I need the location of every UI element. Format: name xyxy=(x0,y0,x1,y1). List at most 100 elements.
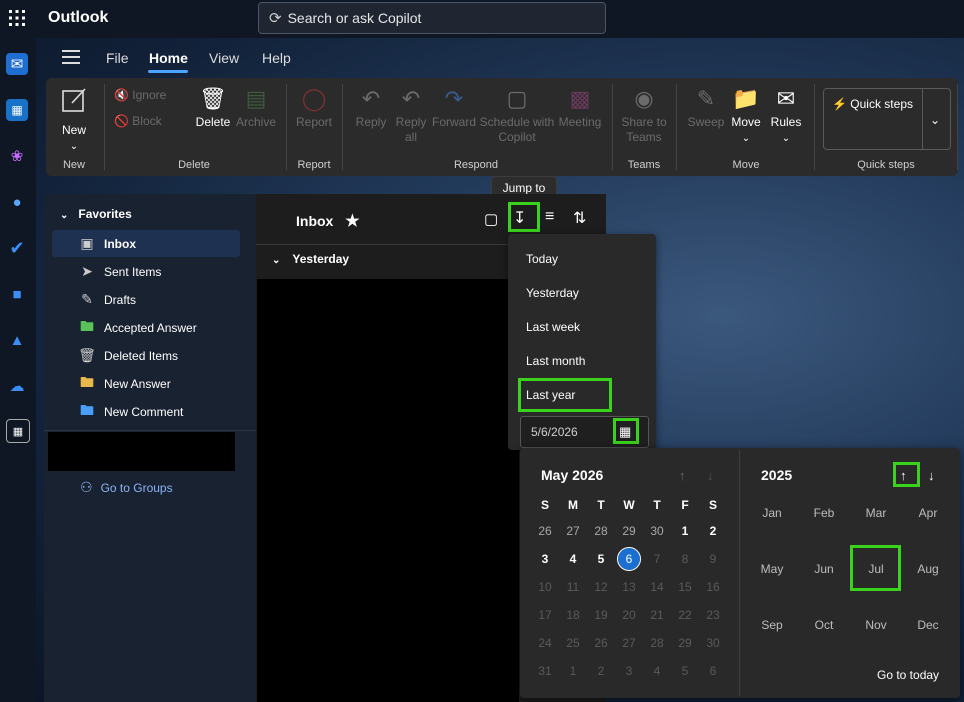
people-icon[interactable]: ● xyxy=(6,191,28,213)
folder-icon: 🖿 xyxy=(80,317,94,334)
delete-label: Delete xyxy=(195,115,231,129)
trash-icon: 🗑 xyxy=(199,86,227,111)
calendar-day: 6 xyxy=(709,664,717,678)
quick-step-item[interactable]: ⚡ Quick steps xyxy=(832,97,913,111)
date-value: 5/6/2026 xyxy=(531,425,578,439)
more-apps-icon[interactable]: ▦ xyxy=(6,419,30,443)
calendar-day[interactable]: 26 xyxy=(533,521,557,541)
month-cell[interactable]: Oct xyxy=(804,618,844,632)
forward-label: Forward xyxy=(432,115,477,129)
go-to-today-link[interactable]: Go to today xyxy=(877,668,939,682)
next-year-arrow-icon[interactable]: ↓ xyxy=(928,468,935,483)
calendar-day[interactable]: 27 xyxy=(561,521,585,541)
folder-sent-items[interactable]: ➤ Sent Items xyxy=(52,258,240,285)
star-icon[interactable]: ★ xyxy=(345,213,359,230)
search-box[interactable]: ⟳ Search or ask Copilot xyxy=(258,2,606,34)
report-button[interactable]: ◯ Report xyxy=(292,86,336,130)
reply-all-button[interactable]: ↶ Reply all xyxy=(393,86,429,145)
folder-new-comment[interactable]: 🖿 New Comment xyxy=(52,398,240,425)
next-month-arrow-icon[interactable]: ↓ xyxy=(707,468,714,483)
weekday-label: F xyxy=(681,498,689,512)
calendar-day[interactable]: 4 xyxy=(561,549,585,569)
move-button[interactable]: 📁 Move ⌄ xyxy=(728,86,764,146)
month-cell[interactable]: Mar xyxy=(856,506,896,520)
reply-button[interactable]: ↶ Reply xyxy=(352,86,390,130)
sort-icon[interactable]: ⇅ xyxy=(573,208,586,228)
quick-steps-box[interactable]: ⚡ Quick steps ⌄ xyxy=(823,88,951,150)
group-header-yesterday[interactable]: ⌄ Yesterday xyxy=(272,252,349,266)
ribbon-separator xyxy=(814,84,815,170)
calendar-day[interactable]: 29 xyxy=(617,521,641,541)
folder-inbox[interactable]: ▣ Inbox xyxy=(52,230,240,257)
year-title[interactable]: 2025 xyxy=(761,467,792,483)
files-icon[interactable]: ■ xyxy=(6,283,28,305)
jump-last-week[interactable]: Last week xyxy=(526,320,580,334)
calendar-day[interactable]: 5 xyxy=(589,549,613,569)
tab-file[interactable]: File xyxy=(106,50,129,66)
inbox-title: Inbox ★ xyxy=(296,211,360,231)
calendar-day[interactable]: 30 xyxy=(645,521,669,541)
org-icon[interactable]: ▲ xyxy=(6,329,28,351)
calendar-day: 10 xyxy=(538,580,552,594)
jump-last-month[interactable]: Last month xyxy=(526,354,585,368)
tab-help[interactable]: Help xyxy=(262,50,291,66)
month-cell[interactable]: Apr xyxy=(908,506,948,520)
calendar-day[interactable]: 2 xyxy=(701,521,725,541)
delete-button[interactable]: 🗑 Delete xyxy=(194,86,232,130)
prev-month-arrow-icon[interactable]: ↑ xyxy=(679,468,686,483)
onedrive-icon[interactable]: ☁ xyxy=(6,375,28,397)
calendar-day: 9 xyxy=(709,552,717,566)
filter-icon[interactable]: ≡ xyxy=(545,208,554,226)
hamburger-icon[interactable] xyxy=(62,50,80,64)
meeting-button[interactable]: ▩ Meeting xyxy=(556,86,604,130)
schedule-copilot-button[interactable]: ▢ Schedule with Copilot xyxy=(478,86,556,145)
month-cell[interactable]: Jun xyxy=(804,562,844,576)
jump-yesterday[interactable]: Yesterday xyxy=(526,286,579,300)
folder-drafts[interactable]: ✎ Drafts xyxy=(52,286,240,313)
month-title[interactable]: May 2026 xyxy=(541,467,603,483)
app-launcher-icon[interactable] xyxy=(6,7,28,29)
calendar-day: 23 xyxy=(706,608,720,622)
sweep-button[interactable]: ✎ Sweep xyxy=(686,86,726,130)
month-cell[interactable]: May xyxy=(752,562,792,576)
chevron-down-icon[interactable]: ⌄ xyxy=(930,113,940,127)
forward-button[interactable]: ↷ Forward xyxy=(432,86,476,130)
share-teams-button[interactable]: ◉ Share to Teams xyxy=(620,86,668,145)
archive-button[interactable]: ▤ Archive xyxy=(234,86,278,130)
calendar-day[interactable]: 3 xyxy=(533,549,557,569)
folder-new-answer[interactable]: 🖿 New Answer xyxy=(52,370,240,397)
calendar-icon[interactable]: ▦ xyxy=(6,99,28,121)
month-cell[interactable]: Dec xyxy=(908,618,948,632)
go-to-groups-link[interactable]: ⚇ Go to Groups xyxy=(80,479,173,496)
folder-deleted-items[interactable]: 🗑 Deleted Items xyxy=(52,342,240,369)
calendar-day: 21 xyxy=(650,608,664,622)
reply-all-icon: ↶ xyxy=(401,86,421,111)
mail-icon[interactable]: ✉ xyxy=(6,53,28,75)
month-cell[interactable]: Sep xyxy=(752,618,792,632)
ignore-button[interactable]: 🔇 Ignore xyxy=(114,88,166,103)
calendar-day: 4 xyxy=(653,664,661,678)
ribbon-separator xyxy=(286,84,287,170)
todo-icon[interactable]: ✔ xyxy=(6,237,28,259)
broom-icon: ✎ xyxy=(696,86,716,111)
block-button[interactable]: 🚫 Block xyxy=(114,114,162,129)
rules-button[interactable]: ✉ Rules ⌄ xyxy=(768,86,804,146)
select-icon[interactable]: ▢ xyxy=(484,210,498,228)
month-cell[interactable]: Feb xyxy=(804,506,844,520)
copilot-icon[interactable]: ❀ xyxy=(6,145,28,167)
calendar-day[interactable]: 1 xyxy=(673,521,697,541)
favorites-header[interactable]: ⌄ Favorites xyxy=(60,207,132,221)
month-cell[interactable]: Jan xyxy=(752,506,792,520)
chevron-down-icon: ⌄ xyxy=(272,255,281,266)
new-button[interactable]: New ⌄ xyxy=(56,86,92,154)
tab-view[interactable]: View xyxy=(209,50,239,66)
month-cell[interactable]: Nov xyxy=(856,618,896,632)
calendar-day[interactable]: 6 xyxy=(617,547,641,571)
tab-home[interactable]: Home xyxy=(149,50,188,66)
folder-accepted-answer[interactable]: 🖿 Accepted Answer xyxy=(52,314,240,341)
redacted-messages xyxy=(257,279,519,702)
jump-today[interactable]: Today xyxy=(526,252,558,266)
new-mail-icon xyxy=(56,86,92,120)
month-cell[interactable]: Aug xyxy=(908,562,948,576)
calendar-day[interactable]: 28 xyxy=(589,521,613,541)
